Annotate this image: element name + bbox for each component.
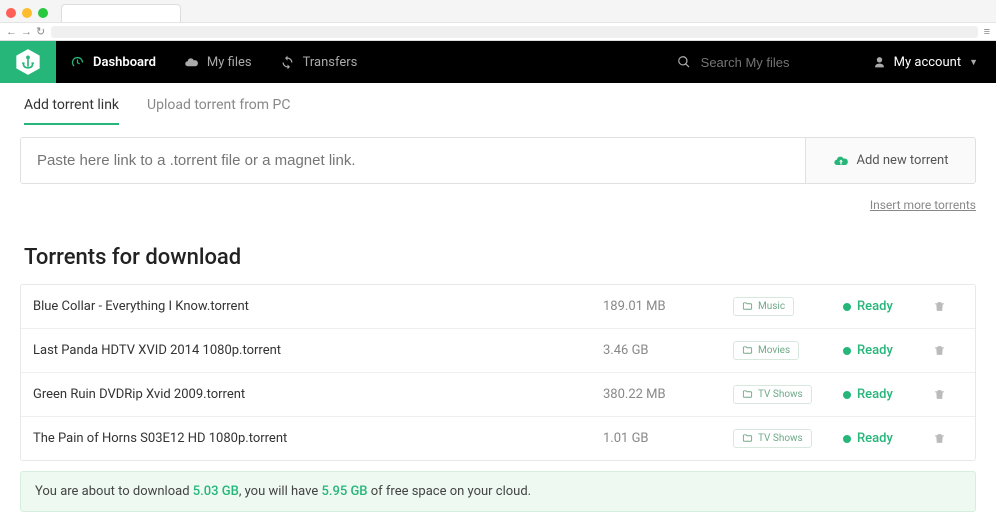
torrent-size: 380.22 MB [603,387,733,402]
reload-icon[interactable]: ↻ [36,25,45,38]
sync-icon [280,55,295,70]
torrent-row: Blue Collar - Everything I Know.torrent1… [21,285,975,329]
maximize-window-icon[interactable] [38,8,48,18]
gauge-icon [70,55,85,70]
account-menu[interactable]: My account ▼ [855,41,996,83]
browser-tab[interactable] [61,4,181,22]
torrent-size: 1.01 GB [603,431,733,446]
status-dot-icon [843,391,851,399]
add-torrent-button[interactable]: Add new torrent [805,138,975,183]
delete-button[interactable] [933,388,963,401]
close-window-icon[interactable] [6,8,16,18]
page-tabs: Add torrent link Upload torrent from PC [20,83,976,125]
delete-button[interactable] [933,432,963,445]
torrent-status: Ready [843,387,933,402]
delete-button[interactable] [933,300,963,313]
torrent-status: Ready [843,431,933,446]
download-summary: You are about to download 5.03 GB, you w… [20,471,976,512]
cloud-upload-icon [833,153,849,169]
anchor-logo-icon [14,48,42,76]
search-icon [677,55,691,69]
chevron-down-icon: ▼ [969,57,978,68]
folder-icon [742,433,753,444]
summary-suffix: of free space on your cloud. [368,484,532,499]
torrent-link-input[interactable] [21,138,805,183]
summary-total: 5.03 GB [193,484,239,499]
logo[interactable] [0,41,56,83]
summary-mid: , you will have [239,484,322,499]
tab-add-link[interactable]: Add torrent link [24,97,119,125]
category-badge[interactable]: TV Shows [733,385,812,404]
category-badge[interactable]: Music [733,297,794,316]
torrent-size: 189.01 MB [603,299,733,314]
folder-icon [742,389,753,400]
torrent-status: Ready [843,299,933,314]
insert-more-link[interactable]: Insert more torrents [870,198,976,212]
torrent-name: Green Ruin DVDRip Xvid 2009.torrent [33,387,603,402]
torrent-name: The Pain of Horns S03E12 HD 1080p.torren… [33,431,603,446]
folder-icon [742,345,753,356]
torrent-name: Blue Collar - Everything I Know.torrent [33,299,603,314]
torrent-row: The Pain of Horns S03E12 HD 1080p.torren… [21,417,975,460]
status-dot-icon [843,347,851,355]
torrent-status: Ready [843,343,933,358]
status-dot-icon [843,435,851,443]
nav-transfers[interactable]: Transfers [266,41,372,83]
forward-icon[interactable]: → [21,25,32,38]
account-label: My account [894,55,961,70]
trash-icon [933,300,963,313]
add-torrent-label: Add new torrent [857,153,949,168]
nav-dashboard[interactable]: Dashboard [56,41,170,83]
status-dot-icon [843,303,851,311]
browser-menu-icon[interactable]: ≡ [984,25,990,38]
category-badge[interactable]: TV Shows [733,429,812,448]
search-input[interactable] [701,55,841,70]
summary-prefix: You are about to download [35,484,193,499]
section-title: Torrents for download [20,245,976,270]
trash-icon [933,432,963,445]
summary-free: 5.95 GB [321,484,367,499]
torrent-input-row: Add new torrent [20,137,976,184]
torrent-list: Blue Collar - Everything I Know.torrent1… [20,284,976,461]
trash-icon [933,344,963,357]
nav-myfiles-label: My files [207,55,252,70]
torrent-name: Last Panda HDTV XVID 2014 1080p.torrent [33,343,603,358]
nav-dashboard-label: Dashboard [93,55,156,70]
back-icon[interactable]: ← [6,25,17,38]
browser-chrome: ← → ↻ ≡ [0,0,996,41]
tab-upload-pc[interactable]: Upload torrent from PC [147,97,290,125]
nav-transfers-label: Transfers [303,55,358,70]
folder-icon [742,301,753,312]
search-area [663,41,855,83]
traffic-lights [6,8,48,18]
trash-icon [933,388,963,401]
address-bar[interactable] [51,26,977,38]
nav-myfiles[interactable]: My files [170,41,266,83]
delete-button[interactable] [933,344,963,357]
torrent-row: Green Ruin DVDRip Xvid 2009.torrent380.2… [21,373,975,417]
cloud-icon [184,55,199,70]
category-badge[interactable]: Movies [733,341,799,360]
torrent-size: 3.46 GB [603,343,733,358]
main-nav: Dashboard My files Transfers My account … [0,41,996,83]
minimize-window-icon[interactable] [22,8,32,18]
user-icon [873,56,886,69]
torrent-row: Last Panda HDTV XVID 2014 1080p.torrent3… [21,329,975,373]
